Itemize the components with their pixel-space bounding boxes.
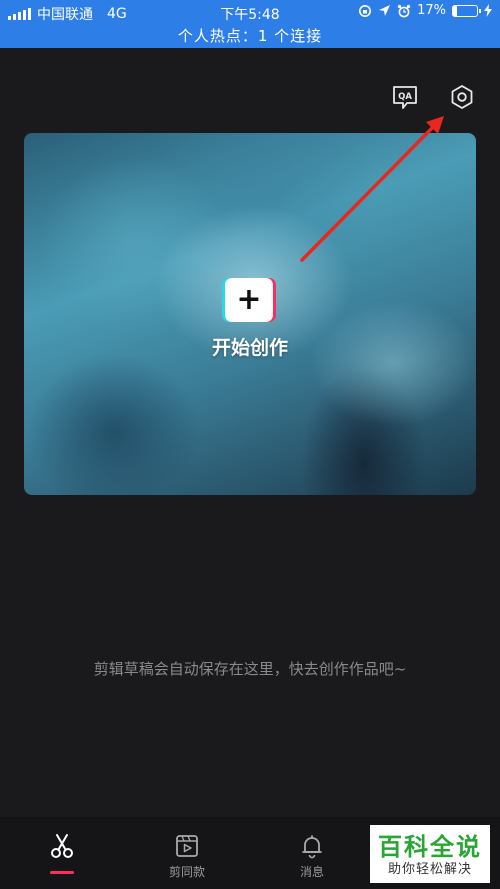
battery-percent: 17% bbox=[417, 3, 446, 18]
svg-text:QA: QA bbox=[398, 92, 412, 102]
settings-button[interactable] bbox=[449, 84, 475, 110]
create-button[interactable]: + bbox=[225, 278, 273, 322]
battery-fill bbox=[453, 5, 458, 16]
hotspot-banner[interactable]: 个人热点：1 个连接 bbox=[0, 25, 500, 46]
charging-icon bbox=[484, 4, 492, 17]
create-label[interactable]: 开始创作 bbox=[24, 333, 476, 360]
qa-button[interactable]: QA bbox=[392, 84, 418, 110]
active-tab-indicator bbox=[50, 871, 74, 874]
drafts-empty-hint: 剪辑草稿会自动保存在这里，快去创作作品吧~ bbox=[93, 660, 407, 678]
plus-icon: + bbox=[236, 282, 262, 317]
qa-icon: QA bbox=[393, 86, 417, 109]
scissors-icon bbox=[51, 834, 73, 858]
location-icon bbox=[379, 5, 391, 16]
tab-template[interactable]: 剪同款 bbox=[137, 817, 237, 889]
status-bar: 中国联通 4G 下午5:48 17% 个人热点：1 个连接 bbox=[0, 0, 500, 48]
tab-template-label: 剪同款 bbox=[168, 865, 205, 879]
battery-icon bbox=[452, 4, 481, 17]
tab-edit[interactable] bbox=[12, 817, 112, 889]
bell-icon bbox=[302, 835, 322, 859]
tab-messages-label: 消息 bbox=[299, 865, 324, 879]
watermark-logo: 百科全说 助你轻松解决 bbox=[370, 825, 490, 883]
rotation-lock-icon bbox=[359, 4, 372, 17]
watermark-sub: 助你轻松解决 bbox=[387, 862, 472, 877]
settings-icon bbox=[451, 85, 473, 109]
alarm-icon bbox=[397, 4, 411, 17]
status-right: 17% bbox=[358, 3, 492, 18]
annotation-arrow bbox=[300, 116, 444, 262]
tab-messages[interactable]: 消息 bbox=[262, 817, 362, 889]
watermark-main: 百科全说 bbox=[378, 833, 482, 861]
template-icon bbox=[176, 835, 198, 857]
